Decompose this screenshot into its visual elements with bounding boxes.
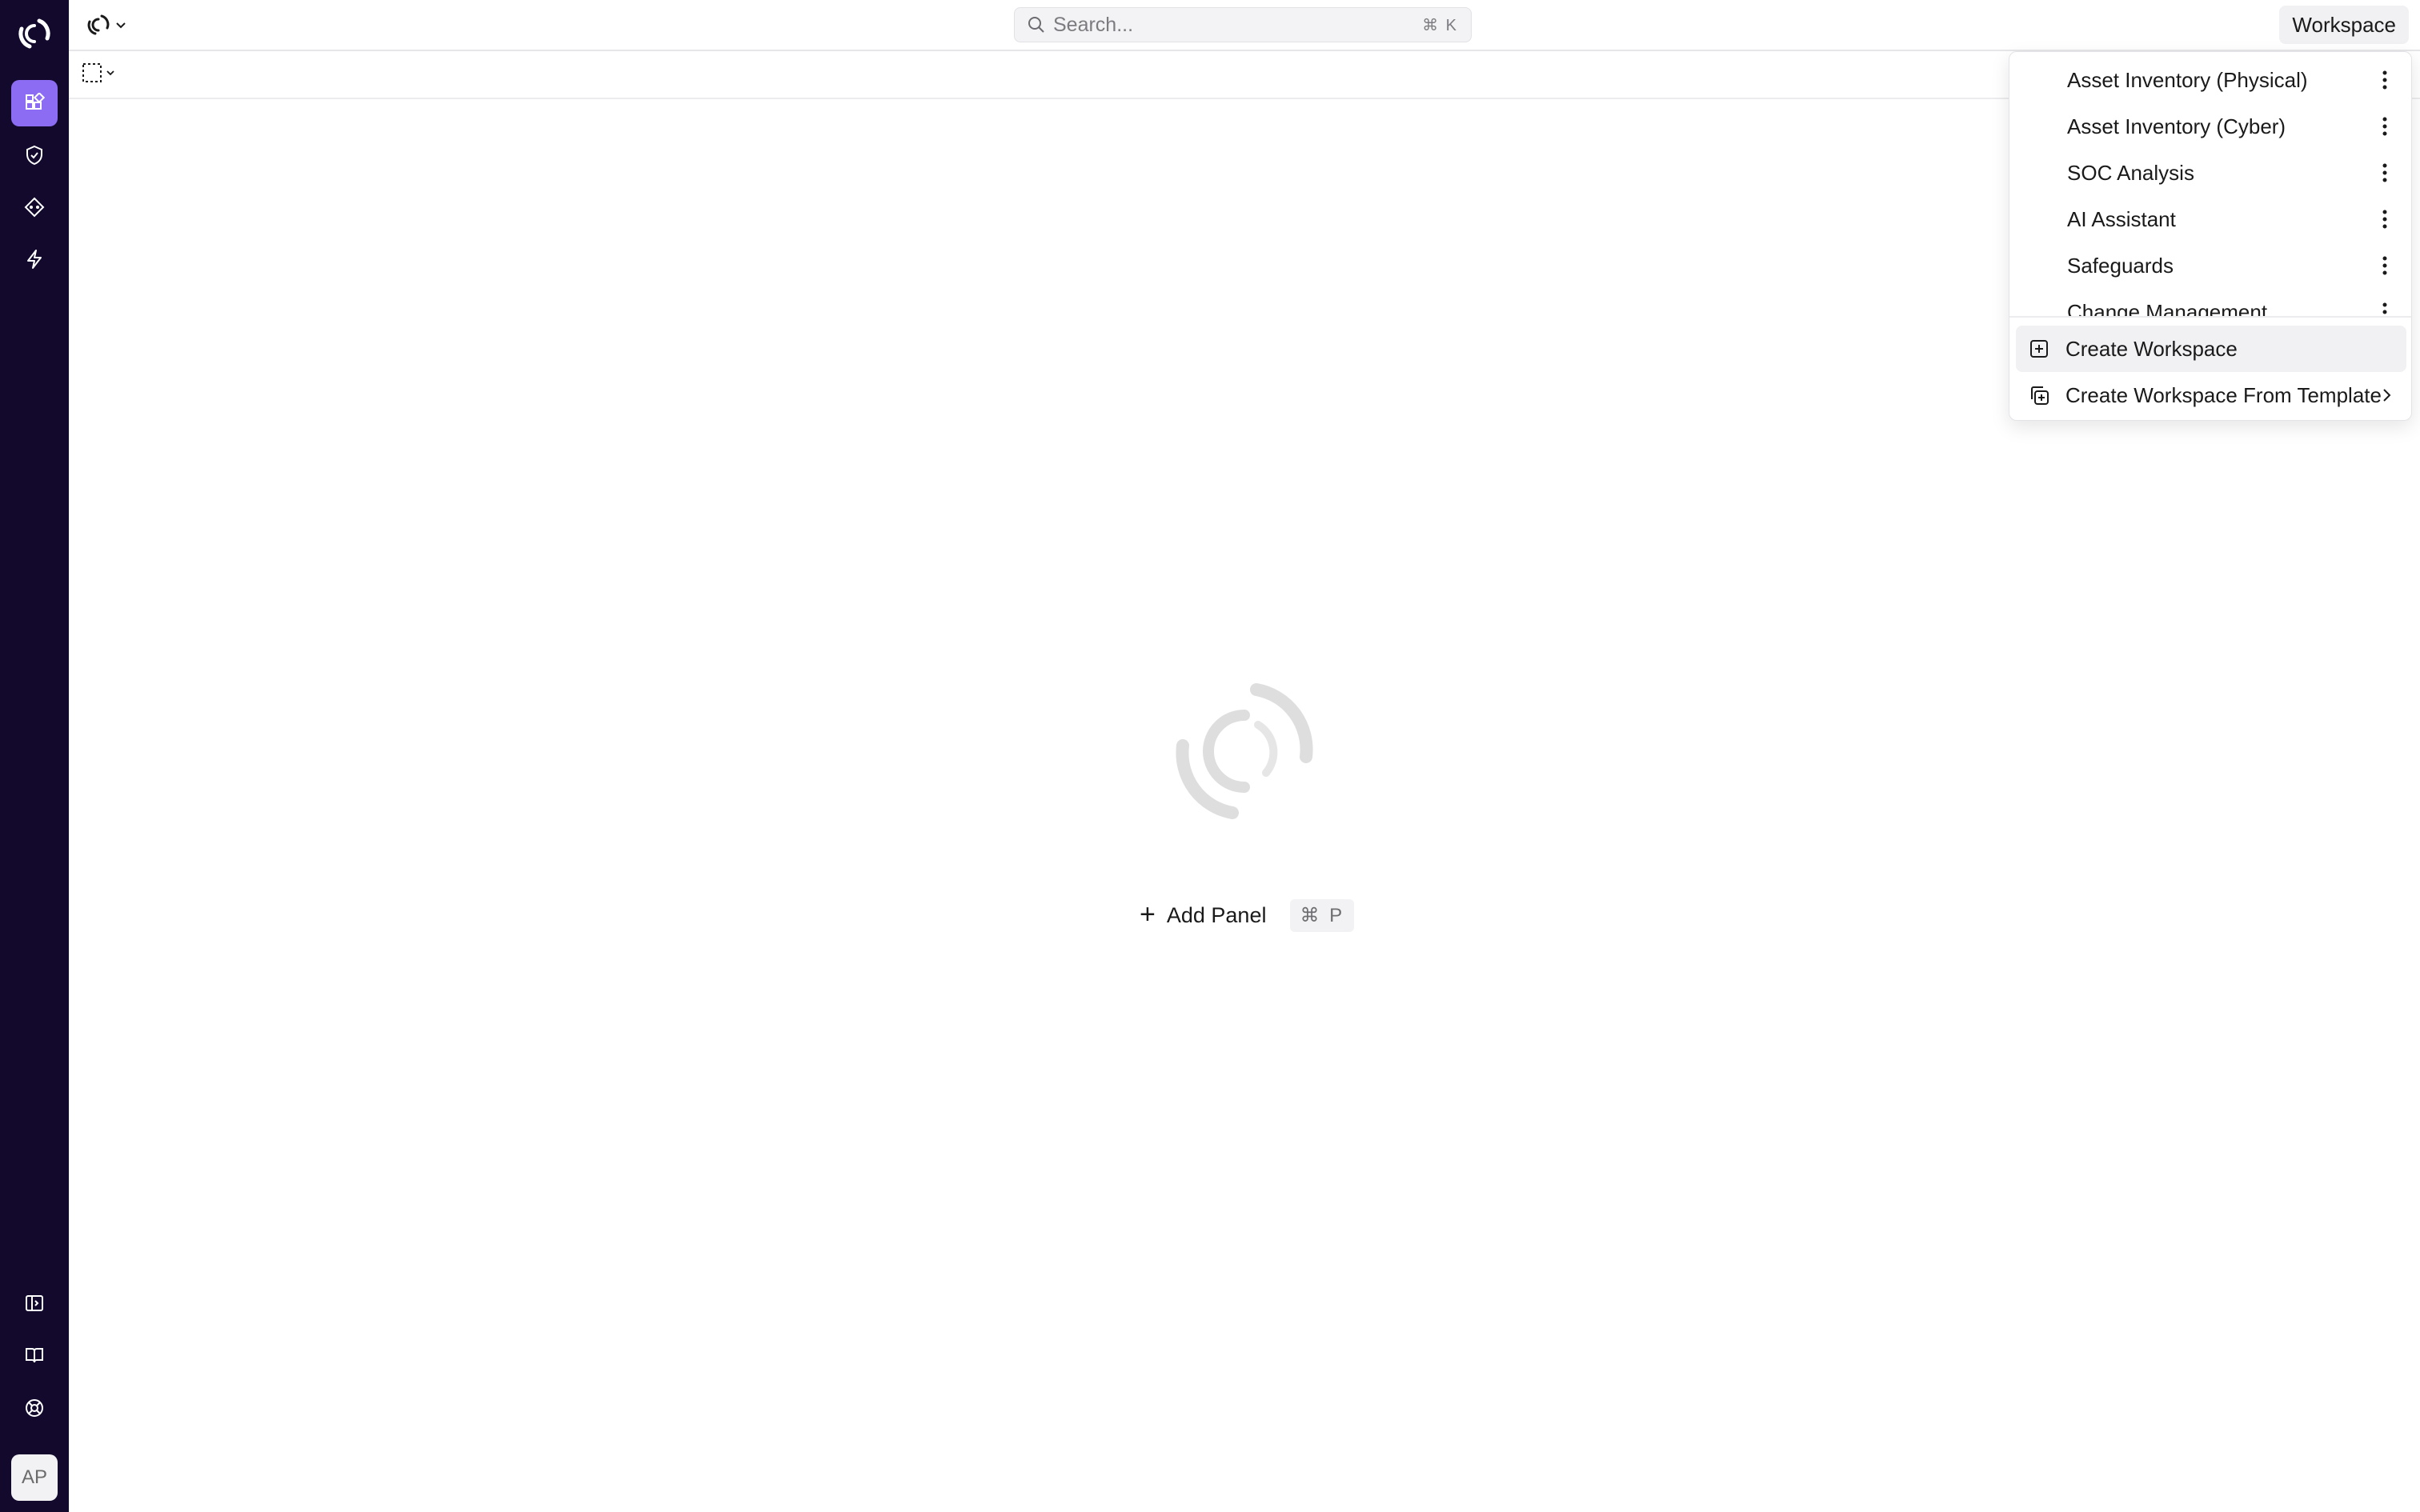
workspace-item-label: SOC Analysis: [2067, 160, 2194, 185]
chevron-down-icon: [116, 22, 126, 29]
chevron-down-icon: [106, 70, 114, 76]
add-panel-label: Add Panel: [1166, 902, 1267, 927]
left-sidebar: AP: [0, 0, 69, 1512]
nav-automation-button[interactable]: [11, 236, 58, 282]
more-options-icon[interactable]: [2382, 302, 2387, 316]
search-shortcut: ⌘ K: [1422, 16, 1458, 34]
workspace-item-label: Change Management: [2067, 299, 2268, 317]
create-workspace-button[interactable]: Create Workspace: [2016, 326, 2406, 372]
selection-box-icon: [82, 63, 102, 82]
sidebar-toggle-button[interactable]: [11, 1280, 58, 1326]
lightning-icon: [27, 250, 42, 269]
nav-safeguards-button[interactable]: [11, 132, 58, 178]
workspace-item[interactable]: SOC Analysis: [2009, 150, 2411, 196]
copy-plus-icon: [2031, 386, 2049, 405]
plus-icon: +: [1140, 899, 1156, 930]
search-input[interactable]: Search... ⌘ K: [1014, 7, 1472, 42]
workspace-item[interactable]: Asset Inventory (Physical): [2009, 57, 2411, 103]
workspace-item-label: Asset Inventory (Cyber): [2067, 114, 2286, 138]
user-avatar[interactable]: AP: [11, 1454, 58, 1501]
add-panel-shortcut: ⌘ P: [1290, 898, 1355, 932]
workspace-button[interactable]: Workspace: [2279, 6, 2409, 44]
docs-button[interactable]: [11, 1332, 58, 1378]
chevron-right-icon: [2383, 389, 2391, 402]
more-options-icon[interactable]: [2382, 162, 2387, 183]
add-panel-button[interactable]: + Add Panel ⌘ P: [1140, 896, 1355, 934]
layout-selector[interactable]: [82, 62, 115, 83]
search-placeholder: Search...: [1053, 13, 1134, 36]
diamond-nodes-icon: [24, 197, 45, 218]
workspace-item[interactable]: AI Assistant: [2009, 196, 2411, 242]
create-from-template-button[interactable]: Create Workspace From Template: [2016, 372, 2406, 418]
org-switcher[interactable]: [86, 10, 126, 40]
workspace-list: Asset Inventory (Physical) Asset Invento…: [2009, 52, 2411, 316]
help-lifebuoy-icon: [26, 1399, 43, 1417]
shield-check-icon: [26, 145, 42, 166]
plus-square-icon: [2030, 340, 2048, 358]
more-options-icon[interactable]: [2382, 255, 2387, 276]
more-options-icon[interactable]: [2382, 209, 2387, 230]
create-workspace-label: Create Workspace: [2065, 336, 2238, 361]
more-options-icon[interactable]: [2382, 70, 2387, 90]
nav-graph-button[interactable]: [11, 184, 58, 230]
empty-state-logo-icon: [1176, 683, 1313, 819]
book-icon: [26, 1348, 43, 1363]
org-logo-icon: [87, 14, 110, 35]
nav-dashboard-button[interactable]: [11, 80, 58, 126]
workspace-item-label: Asset Inventory (Physical): [2067, 67, 2308, 92]
app-logo-icon[interactable]: [15, 14, 54, 53]
search-icon: [1028, 17, 1044, 33]
workspace-item[interactable]: Change Management: [2009, 289, 2411, 316]
create-from-template-label: Create Workspace From Template: [2065, 382, 2382, 407]
workspace-item-label: AI Assistant: [2067, 206, 2176, 231]
top-bar: Search... ⌘ K Workspace: [69, 0, 2420, 51]
menu-divider: [2009, 316, 2411, 318]
dashboard-icon: [26, 93, 45, 110]
sidebar-toggle-icon: [26, 1295, 43, 1311]
workspace-item-label: Safeguards: [2067, 253, 2174, 278]
workspace-item[interactable]: Safeguards: [2009, 242, 2411, 289]
workspace-menu: Asset Inventory (Physical) Asset Invento…: [2009, 51, 2412, 421]
workspace-item[interactable]: Asset Inventory (Cyber): [2009, 103, 2411, 150]
help-button[interactable]: [11, 1385, 58, 1431]
more-options-icon[interactable]: [2382, 116, 2387, 137]
